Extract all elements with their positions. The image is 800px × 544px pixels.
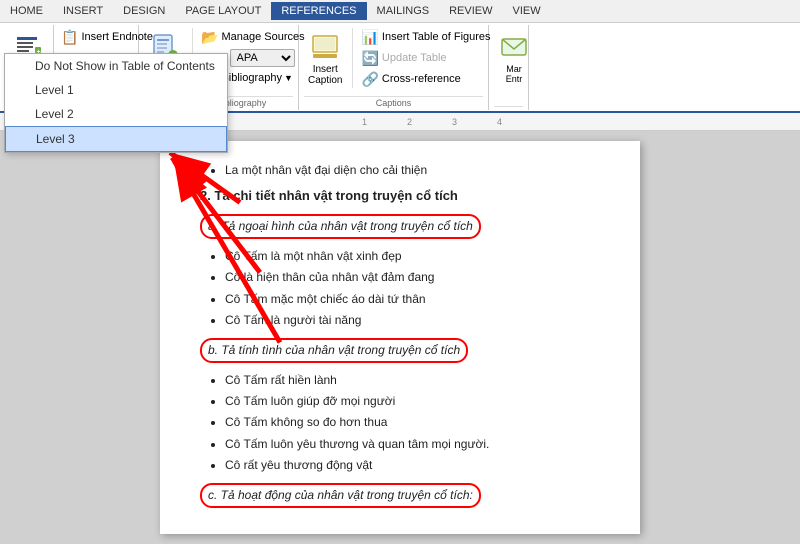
bullet-b-1: Cô Tấm rất hiền lành xyxy=(225,371,600,390)
mail-merge-icon xyxy=(497,30,531,64)
endnote-icon: 📋 xyxy=(61,29,78,46)
mail-merge-button[interactable]: Mar Entr xyxy=(494,28,534,86)
menu-mailings[interactable]: MAILINGS xyxy=(367,2,440,20)
captions-content: Insert Caption 📊 Insert Table of Figures… xyxy=(304,28,483,94)
document-area: La một nhân vật đại diện cho cải thiện 2… xyxy=(0,131,800,544)
cross-reference-label: Cross-reference xyxy=(382,73,461,85)
cross-reference-button[interactable]: 🔗 Cross-reference xyxy=(359,70,492,89)
intro-bullets: La một nhân vật đại diện cho cải thiện xyxy=(200,161,600,180)
bullet-a-1: Cô Tấm là một nhân vật xinh đẹp xyxy=(225,247,600,266)
add-text-dropdown: Do Not Show in Table of Contents Level 1… xyxy=(4,53,228,153)
section-c-label: c. Tả hoạt động của nhân vật trong truyệ… xyxy=(200,483,481,508)
heading2: 2. Tả chi tiết nhân vật trong truyện cổ … xyxy=(200,186,600,207)
insert-caption-button[interactable]: Insert Caption xyxy=(304,28,346,88)
ruler-mark-2: 2 xyxy=(407,117,412,127)
menu-insert[interactable]: INSERT xyxy=(53,2,113,20)
captions-group: Insert Caption 📊 Insert Table of Figures… xyxy=(299,25,489,110)
style-select[interactable]: APA MLA Chicago xyxy=(230,49,295,67)
intro-bullet-1: La một nhân vật đại diện cho cải thiện xyxy=(225,161,600,180)
captions-group-label: Captions xyxy=(304,96,483,108)
manage-sources-icon: 📂 xyxy=(201,29,218,46)
section-b-label: b. Tả tính tình của nhân vật trong truyệ… xyxy=(200,338,468,363)
bibliography-label: Bibliography xyxy=(221,72,282,84)
bullet-b-3: Cô Tấm không so đo hơn thua xyxy=(225,413,600,432)
menu-review[interactable]: REVIEW xyxy=(439,2,502,20)
insert-caption-icon xyxy=(308,30,342,64)
dropdown-level1[interactable]: Level 1 xyxy=(5,78,227,102)
section-a-label: a. Tả ngoại hình của nhân vật trong truy… xyxy=(200,214,481,239)
mail-merge-group: Mar Entr xyxy=(489,25,529,110)
insert-caption-big: Insert Caption xyxy=(304,28,353,88)
manage-sources-button[interactable]: 📂 Manage Sources xyxy=(199,28,307,47)
update-table-icon: 🔄 xyxy=(361,50,378,67)
menu-home[interactable]: HOME xyxy=(0,2,53,20)
ruler-mark-1: 1 xyxy=(362,117,367,127)
menu-page-layout[interactable]: PAGE LAYOUT xyxy=(175,2,271,20)
insert-table-of-figures-button[interactable]: 📊 Insert Table of Figures xyxy=(359,28,492,47)
level2-label: Level 2 xyxy=(35,107,74,121)
insert-table-figures-label: Insert Table of Figures xyxy=(382,31,491,43)
dropdown-level3[interactable]: Level 3 xyxy=(5,126,227,152)
bullets-a: Cô Tấm là một nhân vật xinh đẹp Cô là hi… xyxy=(200,247,600,330)
ruler-mark-4: 4 xyxy=(497,117,502,127)
dropdown-level2[interactable]: Level 2 xyxy=(5,102,227,126)
bullet-b-4: Cô Tấm luôn yêu thương và quan tâm mọi n… xyxy=(225,435,600,454)
do-not-show-label: Do Not Show in Table of Contents xyxy=(35,59,215,73)
bibliography-arrow: ▼ xyxy=(284,73,293,83)
bullet-b-2: Cô Tấm luôn giúp đỡ mọi người xyxy=(225,392,600,411)
dropdown-do-not-show[interactable]: Do Not Show in Table of Contents xyxy=(5,54,227,78)
level1-label: Level 1 xyxy=(35,83,74,97)
menu-bar: HOME INSERT DESIGN PAGE LAYOUT REFERENCE… xyxy=(0,0,800,23)
menu-view[interactable]: VIEW xyxy=(503,2,551,20)
mail-merge-label: Mar Entr xyxy=(498,64,530,84)
menu-design[interactable]: DESIGN xyxy=(113,2,175,20)
insert-caption-label: Insert Caption xyxy=(308,64,342,86)
document-page: La một nhân vật đại diện cho cải thiện 2… xyxy=(160,141,640,534)
bullet-a-4: Cô Tấm là người tài năng xyxy=(225,311,600,330)
section-b-header: b. Tả tính tình của nhân vật trong truyệ… xyxy=(200,335,600,366)
mail-merge-group-label xyxy=(494,106,523,108)
update-table-label: Update Table xyxy=(382,52,447,64)
insert-endnote-button[interactable]: 📋 Insert Endnote xyxy=(59,28,133,47)
bullet-a-3: Cô Tấm mặc một chiếc áo dài tứ thân xyxy=(225,290,600,309)
captions-right-buttons: 📊 Insert Table of Figures 🔄 Update Table… xyxy=(359,28,492,89)
section-a-header: a. Tả ngoại hình của nhân vật trong truy… xyxy=(200,211,600,242)
section-c-header: c. Tả hoạt động của nhân vật trong truyệ… xyxy=(200,480,600,511)
ruler-mark-3: 3 xyxy=(452,117,457,127)
mail-merge-content: Mar Entr xyxy=(494,28,523,104)
bullet-a-2: Cô là hiện thân của nhân vật đảm đang xyxy=(225,268,600,287)
manage-sources-label: Manage Sources xyxy=(221,31,304,43)
bullet-b-5: Cô rất yêu thương động vật xyxy=(225,456,600,475)
menu-references[interactable]: REFERENCES xyxy=(271,2,366,20)
insert-table-figures-icon: 📊 xyxy=(361,29,378,46)
bullets-b: Cô Tấm rất hiền lành Cô Tấm luôn giúp đỡ… xyxy=(200,371,600,475)
cross-reference-icon: 🔗 xyxy=(361,71,378,88)
level3-label: Level 3 xyxy=(36,132,75,146)
app-window: HOME INSERT DESIGN PAGE LAYOUT REFERENCE… xyxy=(0,0,800,544)
ribbon: + Add Text 📋 Insert Endnote 🗒 xyxy=(0,23,800,113)
update-table-button[interactable]: 🔄 Update Table xyxy=(359,49,492,68)
